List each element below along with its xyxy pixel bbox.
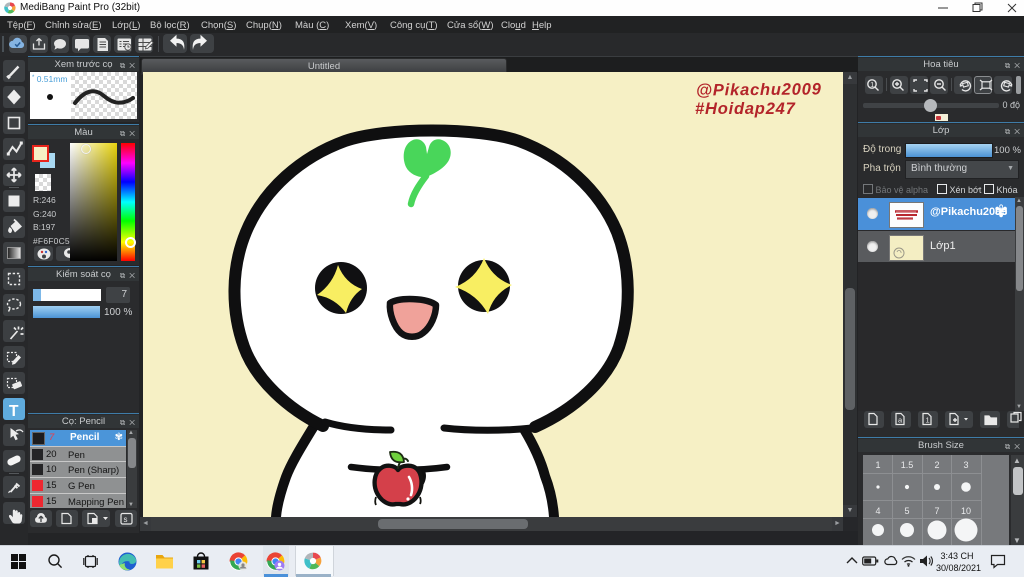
svg-text:10: 10 <box>961 506 971 516</box>
svg-text:3: 3 <box>963 460 968 470</box>
svg-text:7: 7 <box>934 506 939 516</box>
svg-text:2: 2 <box>934 460 939 470</box>
svg-text:1: 1 <box>870 82 874 89</box>
svg-text:4: 4 <box>875 506 880 516</box>
svg-text:1.5: 1.5 <box>901 460 914 470</box>
svg-text:5: 5 <box>904 506 909 516</box>
svg-text:s: s <box>124 515 128 524</box>
svg-text:1: 1 <box>926 416 930 425</box>
svg-text:1: 1 <box>875 460 880 470</box>
svg-text:a: a <box>898 416 903 425</box>
svg-text:T: T <box>9 403 19 420</box>
